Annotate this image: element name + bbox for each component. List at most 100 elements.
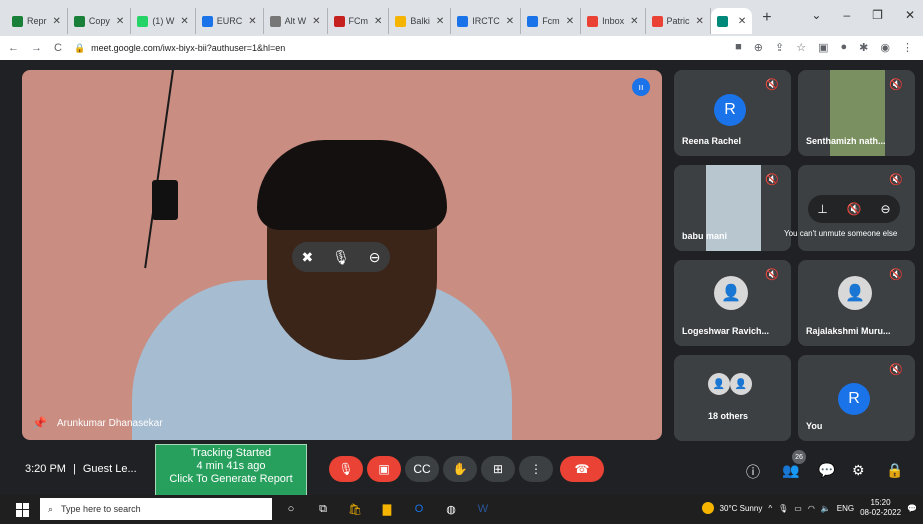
tile-controls: ✖ 🎙 ⊖: [292, 242, 390, 272]
raise-hand-button[interactable]: ✋: [443, 456, 477, 482]
captions-button[interactable]: CC: [405, 456, 439, 482]
word-icon[interactable]: W: [474, 500, 492, 518]
outlook-icon[interactable]: O: [410, 500, 428, 518]
close-tab-icon[interactable]: ✕: [630, 16, 638, 27]
participant-name: Arunkumar Dhanasekar: [56, 417, 163, 429]
weather-text[interactable]: 30°C Sunny: [720, 504, 763, 513]
browser-tab[interactable]: Balki ✕: [389, 8, 452, 34]
puzzle-icon[interactable]: ✱: [859, 41, 868, 54]
forward-icon[interactable]: →: [31, 42, 42, 54]
clock[interactable]: 15:20 08-02-2022: [860, 498, 901, 518]
profile-icon[interactable]: ◉: [880, 41, 890, 54]
mic-off-icon[interactable]: 🔇: [847, 202, 862, 216]
chevron-down-icon[interactable]: ⌄: [811, 8, 821, 22]
close-tab-icon[interactable]: ✕: [180, 16, 188, 27]
close-tab-icon[interactable]: ✕: [53, 16, 61, 27]
close-tab-icon[interactable]: ✕: [696, 16, 704, 27]
taskbar-search[interactable]: ⌕ Type here to search: [40, 498, 272, 520]
browser-tab[interactable]: FCm ✕: [328, 8, 390, 34]
favicon-icon: [269, 15, 281, 27]
weather-icon: [701, 502, 714, 514]
remove-icon[interactable]: ⊖: [369, 249, 381, 266]
zoom-icon[interactable]: ⊕: [754, 41, 763, 54]
new-tab-icon[interactable]: +: [762, 9, 771, 27]
camera-icon[interactable]: ■: [735, 41, 742, 54]
maximize-icon[interactable]: ❐: [872, 8, 883, 22]
main-video-tile[interactable]: ıı ✖ 🎙 ⊖ 📌 Arunkumar Dhanasekar: [22, 70, 662, 440]
menu-icon[interactable]: ⋮: [902, 41, 913, 54]
chrome-icon[interactable]: ◍: [442, 500, 460, 518]
close-tab-icon[interactable]: ✕: [116, 16, 124, 27]
mic-off-icon: 🎙: [338, 462, 354, 476]
info-icon[interactable]: ⓘ: [746, 462, 760, 482]
windows-start-icon[interactable]: [16, 502, 30, 517]
browser-tab[interactable]: IRCTC ✕: [451, 8, 522, 34]
participant-tile[interactable]: 🔇 Senthamizh nath...: [798, 70, 915, 156]
cortana-icon[interactable]: ○: [282, 500, 300, 518]
close-tab-icon[interactable]: ✕: [312, 16, 320, 27]
battery-icon[interactable]: ▭: [794, 504, 802, 513]
close-tab-icon[interactable]: ✕: [374, 16, 382, 27]
pin-icon: 📌: [32, 416, 47, 430]
close-icon[interactable]: ✕: [905, 8, 915, 22]
participant-tile[interactable]: 🔇 babu mani: [674, 165, 791, 251]
participant-tile[interactable]: 🔇 ⊥ 🔇 ⊖ You can't unmute someone else: [784, 165, 915, 251]
url-field[interactable]: 🔒 meet.google.com/iwx-biyx-bii?authuser=…: [74, 43, 285, 54]
host-controls-icon[interactable]: 🔒: [886, 462, 903, 479]
mic-tray-icon[interactable]: 🎙: [778, 504, 788, 513]
browser-tab[interactable]: Copy ✕: [68, 8, 132, 34]
extension-icon[interactable]: ▣: [818, 41, 828, 54]
meeting-toolbar: 3:20 PM | Guest Le... Tracking Started 4…: [0, 440, 923, 498]
activities-icon[interactable]: ⚙: [852, 462, 865, 479]
close-tab-icon[interactable]: ✕: [436, 16, 444, 27]
present-button[interactable]: ⊞: [481, 456, 515, 482]
store-icon[interactable]: 🛍: [346, 500, 364, 518]
tab-label: (1) W: [152, 16, 175, 26]
back-icon[interactable]: ←: [8, 42, 19, 54]
pin-icon[interactable]: ⊥: [817, 202, 827, 216]
minimize-icon[interactable]: –: [843, 8, 850, 22]
close-tab-icon[interactable]: ✕: [248, 16, 256, 27]
browser-tab[interactable]: ✕: [710, 8, 753, 34]
meeting-name: Guest Le...: [82, 463, 137, 475]
chevron-up-icon[interactable]: ^: [768, 504, 772, 513]
browser-tab[interactable]: Inbox ✕: [581, 8, 646, 34]
bookmark-star-icon[interactable]: ☆: [796, 41, 806, 54]
mic-icon[interactable]: 🎙: [332, 249, 350, 266]
mic-toggle-button[interactable]: 🎙: [329, 456, 363, 482]
file-explorer-icon[interactable]: ▇: [378, 500, 396, 518]
camera-toggle-button[interactable]: ▣: [367, 456, 401, 482]
participant-tile[interactable]: 🔇 R Reena Rachel: [674, 70, 791, 156]
favicon-icon: [716, 15, 728, 27]
close-tab-icon[interactable]: ✕: [738, 16, 746, 27]
extension2-icon[interactable]: ●: [841, 41, 848, 54]
browser-tab[interactable]: EURC ✕: [196, 8, 264, 34]
language-indicator[interactable]: ENG: [837, 504, 854, 513]
browser-tab[interactable]: Patric ✕: [646, 8, 711, 34]
participant-tile[interactable]: 🔇 👤 Logeshwar Ravich...: [674, 260, 791, 346]
remove-icon[interactable]: ⊖: [881, 202, 891, 216]
self-tile[interactable]: 🔇 R You: [798, 355, 915, 441]
browser-tab[interactable]: (1) W ✕: [131, 8, 196, 34]
unpin-icon[interactable]: ✖: [301, 249, 313, 266]
close-tab-icon[interactable]: ✕: [506, 16, 514, 27]
more-options-button[interactable]: ⋮: [519, 456, 553, 482]
task-view-icon[interactable]: ⧉: [314, 500, 332, 518]
reload-icon[interactable]: C: [54, 42, 62, 54]
leave-call-button[interactable]: ☎: [560, 456, 604, 482]
volume-icon[interactable]: 🔈: [821, 504, 831, 513]
participant-tile[interactable]: 🔇 👤 Rajalakshmi Muru...: [798, 260, 915, 346]
close-tab-icon[interactable]: ✕: [566, 16, 574, 27]
chat-icon[interactable]: 💬: [818, 462, 835, 479]
tracking-report-button[interactable]: Tracking Started 4 min 41s ago Click To …: [155, 444, 307, 498]
browser-tab[interactable]: Fcm ✕: [521, 8, 582, 34]
browser-tab[interactable]: Repr ✕: [6, 8, 68, 34]
browser-tab[interactable]: Alt W ✕: [264, 8, 328, 34]
notification-icon[interactable]: 💬: [907, 504, 917, 513]
others-tile[interactable]: 👤 👤 18 others: [674, 355, 791, 441]
wifi-icon[interactable]: ◠: [808, 504, 815, 513]
people-icon[interactable]: 👥: [782, 462, 799, 479]
os-taskbar: ⌕ Type here to search ○ ⧉ 🛍 ▇ O ◍ W 30°C…: [0, 495, 923, 524]
favicon-icon: [333, 15, 345, 27]
share-icon[interactable]: ⇪: [775, 41, 784, 54]
